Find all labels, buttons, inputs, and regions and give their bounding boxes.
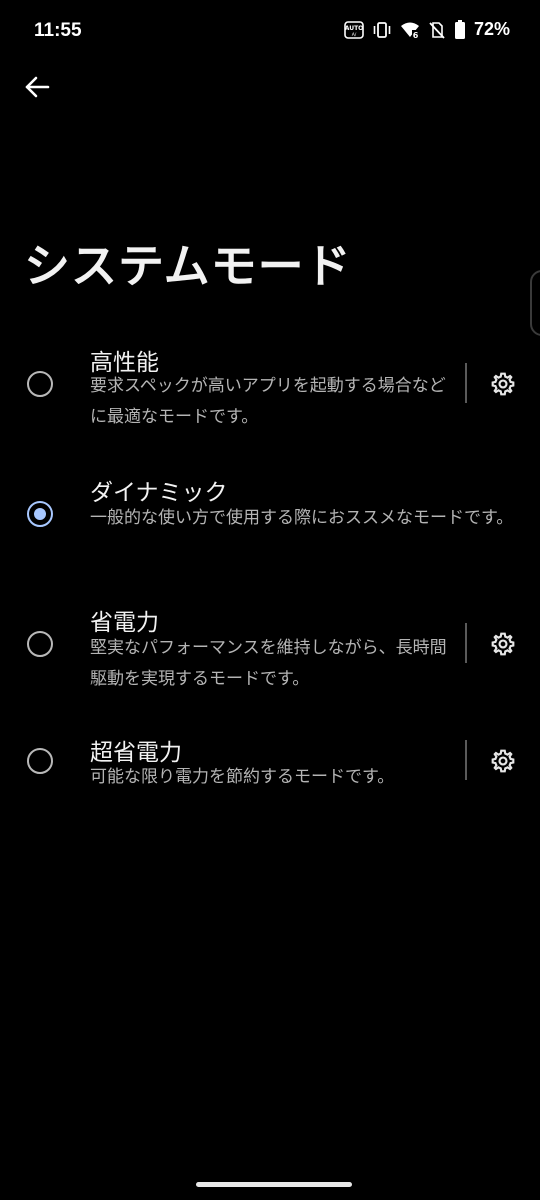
mode-item-ultra-power-saving[interactable]: 超省電力 可能な限り電力を節約するモードです。 [0, 730, 540, 800]
arrow-left-icon [24, 74, 50, 104]
gear-icon [490, 372, 516, 401]
mode-item-power-saving[interactable]: 省電力 堅実なパフォーマンスを維持しながら、長時間駆動を実現するモードです。 [0, 600, 540, 700]
mode-description: 可能な限り電力を節約するモードです。 [90, 767, 395, 787]
radio-button[interactable] [27, 631, 53, 657]
svg-text:AUTO: AUTO [345, 25, 364, 32]
mode-title: ダイナミック [90, 480, 228, 506]
gear-icon [490, 632, 516, 661]
status-bar: 11:55 AUTO A/ 6 72% [0, 0, 540, 64]
page-title: システムモード [24, 239, 352, 293]
svg-text:A/: A/ [352, 32, 357, 38]
divider [465, 740, 467, 780]
auto-brightness-icon: AUTO A/ [344, 20, 364, 39]
wifi-icon: 6 [400, 21, 420, 39]
vibrate-icon [372, 21, 392, 39]
divider [465, 623, 467, 663]
svg-text:6: 6 [413, 31, 419, 39]
radio-button[interactable] [27, 371, 53, 397]
mode-description: 堅実なパフォーマンスを維持しながら、長時間駆動を実現するモードです。 [90, 638, 447, 689]
mode-item-dynamic[interactable]: ダイナミック 一般的な使い方で使用する際におススメなモードです。 [0, 470, 540, 570]
back-button[interactable] [18, 70, 56, 108]
gear-icon [490, 749, 516, 778]
radio-button-selected[interactable] [27, 501, 53, 527]
mode-description: 要求スペックが高いアプリを起動する場合などに最適なモードです。 [90, 376, 446, 427]
mode-title: 省電力 [90, 610, 159, 636]
battery-percent: 72% [473, 19, 510, 39]
status-icons: AUTO A/ 6 72% [344, 19, 510, 40]
divider [465, 363, 467, 403]
no-sim-icon [428, 21, 446, 39]
edge-handle[interactable] [530, 270, 540, 336]
settings-button[interactable] [490, 631, 516, 657]
radio-button[interactable] [27, 748, 53, 774]
mode-item-high-performance[interactable]: 高性能 要求スペックが高いアプリを起動する場合などに最適なモードです。 [0, 340, 540, 440]
mode-description: 一般的な使い方で使用する際におススメなモードです。 [90, 508, 514, 528]
navigation-handle[interactable] [196, 1182, 352, 1187]
settings-button[interactable] [490, 371, 516, 397]
battery-icon [454, 19, 466, 40]
settings-button[interactable] [490, 748, 516, 774]
status-time: 11:55 [34, 20, 82, 41]
